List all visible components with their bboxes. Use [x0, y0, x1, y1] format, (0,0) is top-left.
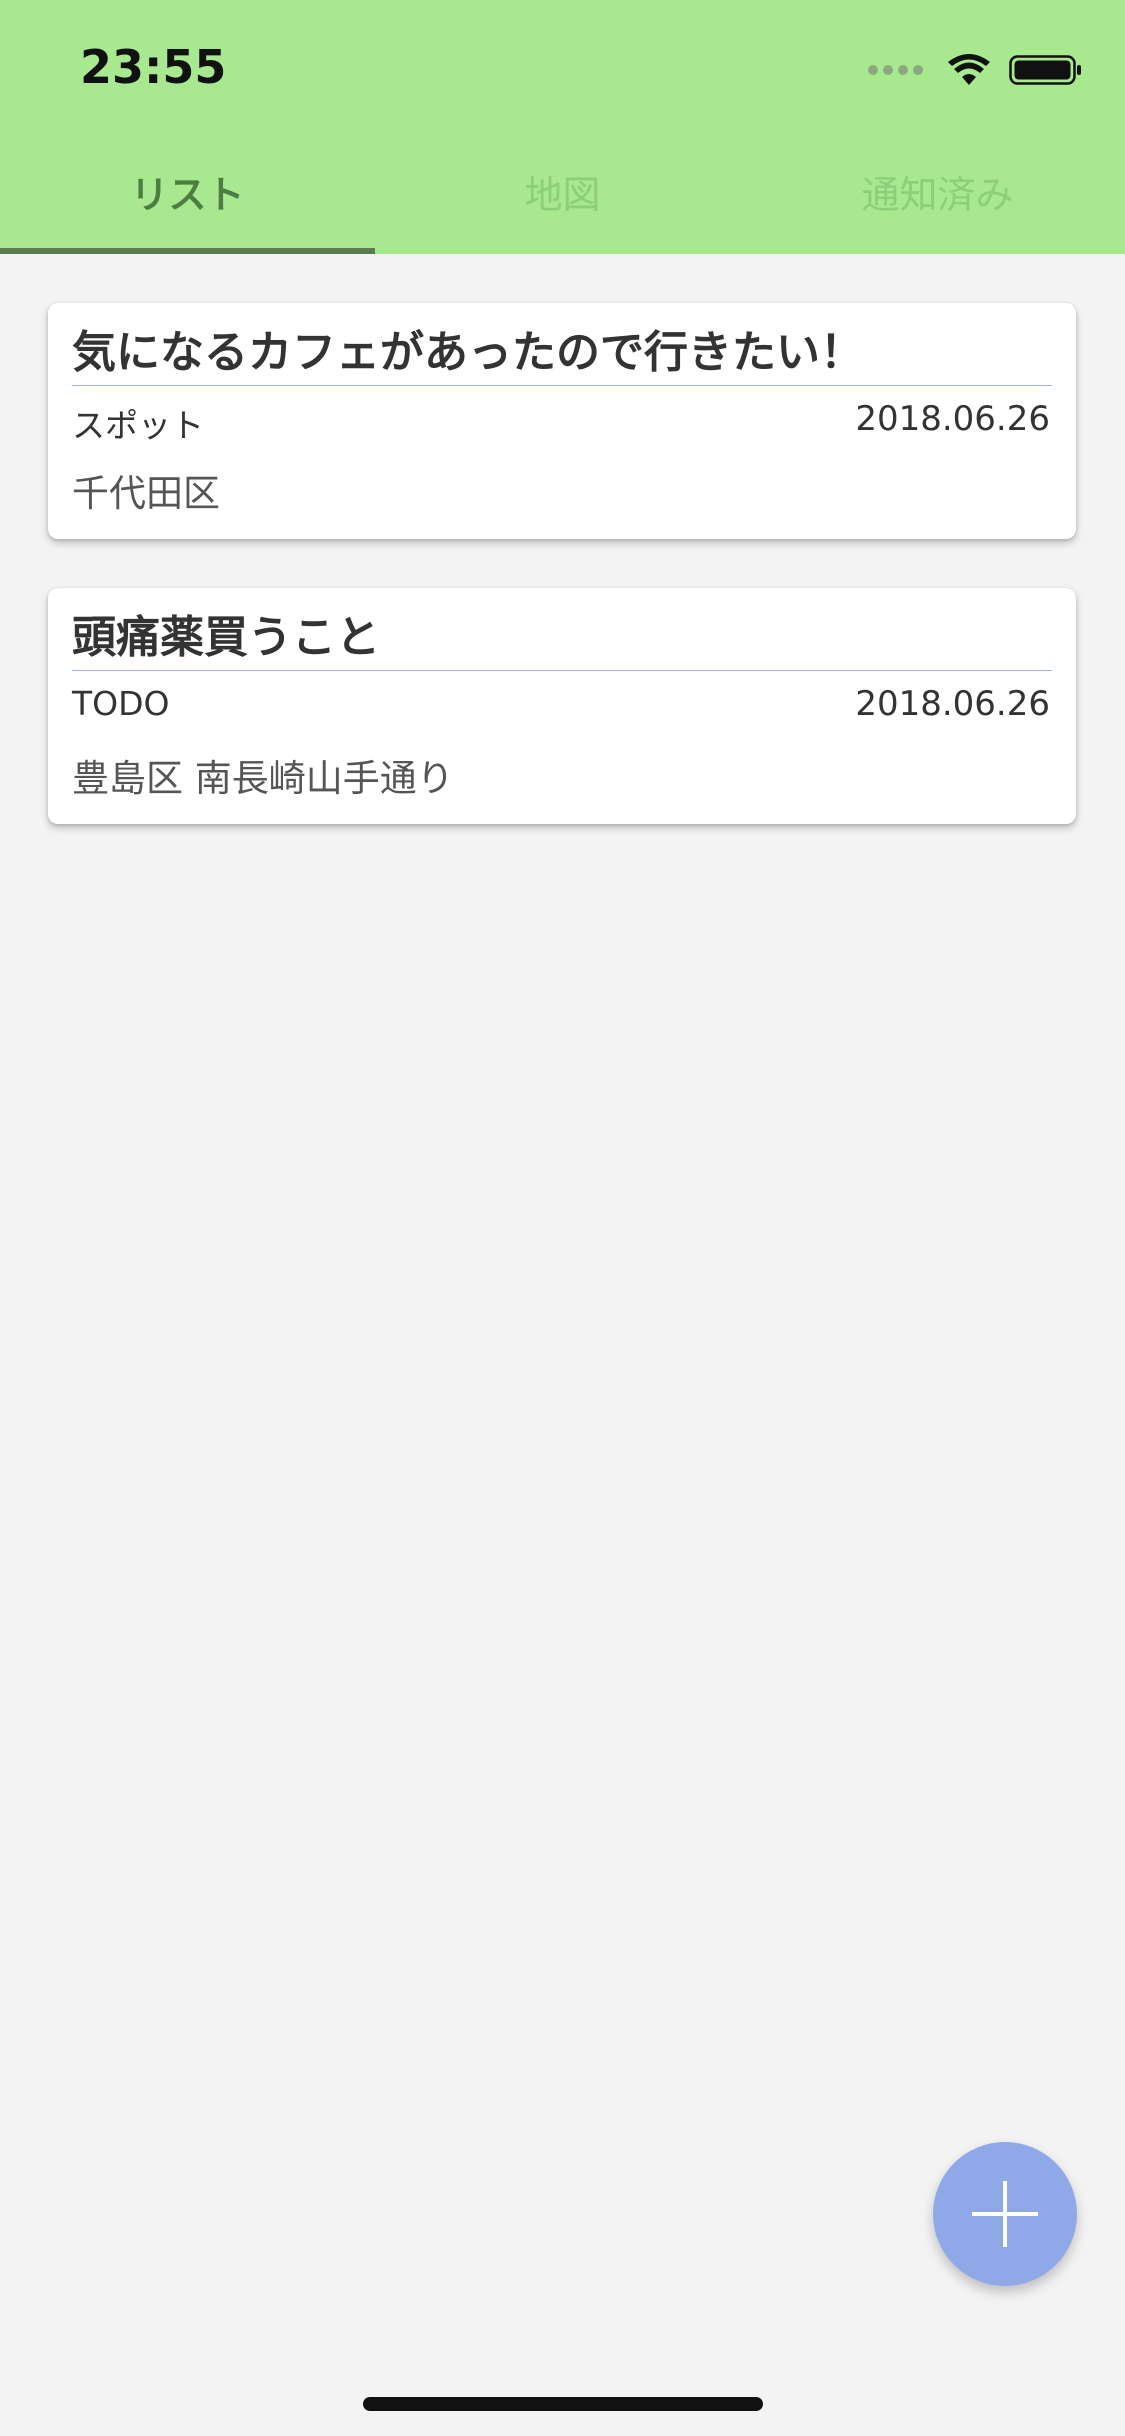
memo-category: スポット [72, 406, 204, 445]
active-tab-indicator [0, 248, 375, 254]
memo-date: 2018.06.26 [855, 399, 1050, 439]
memo-card[interactable]: 頭痛薬買うこと TODO 2018.06.26 豊島区 南長崎山手通り [48, 588, 1076, 824]
tab-list-label: リスト [130, 173, 245, 217]
plus-icon [972, 2181, 1038, 2247]
tab-notified-label: 通知済み [861, 173, 1014, 217]
memo-card[interactable]: 気になるカフェがあったので行きたい！ スポット 2018.06.26 千代田区 [48, 303, 1076, 539]
tab-map[interactable]: 地図 [375, 150, 750, 254]
app-header: 23:55 リスト 地図 通知済み [0, 0, 1125, 254]
status-icons [863, 50, 1083, 90]
battery-icon [1009, 55, 1081, 85]
tab-notified[interactable]: 通知済み [750, 150, 1125, 254]
home-indicator [363, 2397, 763, 2411]
tab-bar: リスト 地図 通知済み [0, 150, 1125, 254]
memo-title: 頭痛薬買うこと [72, 610, 1052, 671]
memo-title: 気になるカフェがあったので行きたい！ [72, 325, 1052, 386]
memo-location: 豊島区 南長崎山手通り [72, 757, 454, 800]
status-time: 23:55 [80, 40, 227, 94]
memo-list: 気になるカフェがあったので行きたい！ スポット 2018.06.26 千代田区 … [48, 303, 1076, 873]
cellular-signal-icon [863, 65, 923, 75]
tab-list[interactable]: リスト [0, 150, 375, 254]
memo-date: 2018.06.26 [855, 684, 1050, 724]
memo-location: 千代田区 [72, 472, 220, 515]
wifi-icon [948, 54, 990, 85]
add-button[interactable] [933, 2142, 1077, 2286]
memo-category: TODO [72, 684, 170, 723]
tab-map-label: 地図 [524, 173, 601, 217]
